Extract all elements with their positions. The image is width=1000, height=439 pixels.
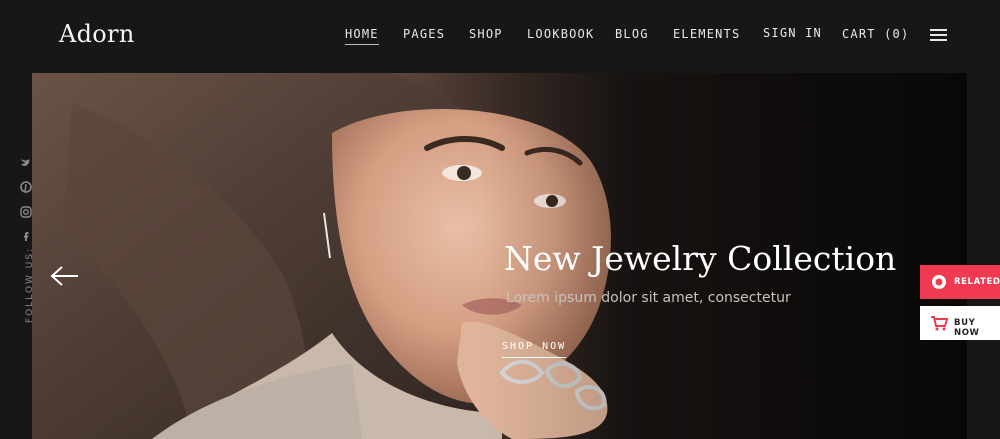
nav-item-home[interactable]: HOME	[345, 27, 379, 45]
related-button[interactable]: RELATED	[920, 265, 1000, 299]
main-nav: HOME PAGES SHOP LOOKBOOK BLOG ELEMENTS S…	[330, 26, 1000, 47]
nav-item-cart[interactable]: CART (0)	[842, 27, 909, 41]
nav-item-elements[interactable]: ELEMENTS	[673, 27, 740, 41]
shop-now-button[interactable]: SHOP NOW	[502, 341, 567, 358]
nav-item-pages[interactable]: PAGES	[403, 27, 445, 41]
site-header: Adorn HOME PAGES SHOP LOOKBOOK BLOG ELEM…	[0, 0, 1000, 73]
facebook-icon[interactable]	[20, 230, 32, 242]
follow-us-label: FOLLOW US:	[25, 246, 35, 323]
twitter-icon[interactable]	[20, 156, 32, 168]
nav-item-lookbook[interactable]: LOOKBOOK	[527, 27, 594, 41]
buy-now-label: BUY NOW	[954, 318, 980, 338]
nav-item-sign-in[interactable]: SIGN IN	[763, 26, 822, 40]
site-logo[interactable]: Adorn	[59, 20, 135, 48]
related-icon	[932, 275, 946, 289]
cart-icon	[931, 316, 948, 331]
hero-slider: New Jewelry Collection Lorem ipsum dolor…	[32, 73, 967, 439]
hero-title: New Jewelry Collection	[504, 239, 897, 278]
buy-now-button[interactable]: BUY NOW	[920, 306, 1000, 340]
instagram-icon[interactable]	[20, 206, 32, 218]
related-label: RELATED	[954, 277, 1000, 287]
nav-item-blog[interactable]: BLOG	[615, 27, 649, 41]
nav-item-shop[interactable]: SHOP	[469, 27, 503, 41]
pinterest-icon[interactable]	[20, 181, 32, 193]
arrow-left-icon[interactable]	[50, 265, 80, 287]
hero-subtitle: Lorem ipsum dolor sit amet, consectetur	[506, 290, 791, 306]
hamburger-icon[interactable]	[930, 29, 947, 41]
